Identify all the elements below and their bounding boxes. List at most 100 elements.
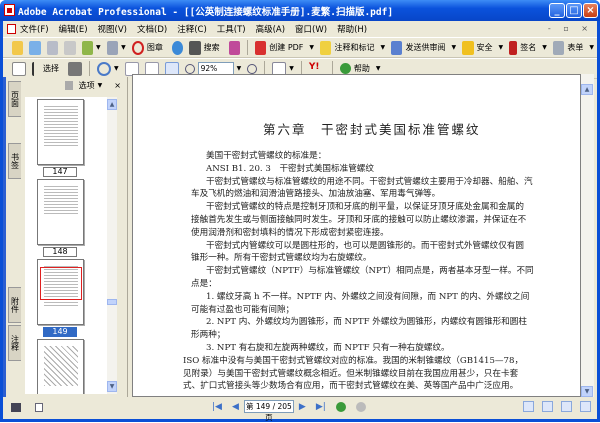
tab-pages[interactable]: 页面 [8,81,22,117]
security-button[interactable]: 安全 [477,42,493,53]
previous-page-button[interactable]: ◀ [232,402,239,412]
screen-icon[interactable] [11,402,21,412]
create-pdf-button[interactable]: 创建 PDF [269,42,303,53]
review-icon[interactable] [391,40,403,55]
text-line: 美国干密封式管螺纹的标准是： [206,151,327,161]
text-line: 锥形一种。所有干密封式管螺纹均为右旋螺纹。 [191,253,372,263]
thumbnail-scrollbar[interactable]: ▲ ▼ [107,97,117,394]
send-review-button[interactable]: 发送供审阅 [405,42,445,53]
zoom-out-icon[interactable] [184,63,195,74]
text-line: 干密封式内管螺纹可以是圆柱形的，也可以是圆锥形的。而干密封式外管螺纹仅有圆 [206,241,524,251]
stamp-label[interactable]: 图章 [147,42,163,53]
maximize-button[interactable]: □ [566,3,582,18]
thumbnail-list: 147 148 149 ▲ ▼ [25,97,117,394]
continuous-icon[interactable] [542,401,553,412]
trash-icon[interactable] [64,80,73,90]
text-line: 见附录）与美国干密封式管螺纹概念相近。但米制锥螺纹目前在我国应用甚少，只在卡套 [183,369,519,379]
next-page-button[interactable]: ▶ [299,402,306,412]
lock-icon[interactable] [462,40,474,55]
page-number-input[interactable]: 第 149 / 205 页 [243,400,294,422]
open-icon[interactable] [12,40,24,55]
text-line: 接触首先发生或与侧面接触同时发生。牙顶和牙底的接触可以防止螺纹渗漏，并保证在不 [191,215,527,225]
menu-tools[interactable]: 工具(T) [217,23,246,35]
search-label[interactable]: 搜索 [204,42,220,53]
menu-document[interactable]: 文档(D) [137,23,167,35]
text-line: 形两种； [191,330,226,340]
page-layout-buttons [515,401,591,412]
forms-icon[interactable] [552,40,565,55]
continuous-facing-icon[interactable] [561,401,572,412]
menu-help[interactable]: 帮助(H) [337,23,367,35]
menu-bar: 文件(F) 编辑(E) 视图(V) 文档(D) 注释(C) 工具(T) 高级(A… [3,21,597,37]
scroll-up-button[interactable]: ▲ [107,99,117,110]
page-size-icon[interactable] [35,402,43,412]
web-icon[interactable] [171,40,184,55]
facing-icon[interactable] [580,401,591,412]
picture-tasks-icon[interactable] [228,40,241,55]
tab-bookmarks[interactable]: 书签 [8,143,22,179]
zoom-tool-icon[interactable] [97,61,111,76]
binoculars-icon[interactable] [189,40,201,55]
minimize-button[interactable]: _ [549,3,565,18]
scroll-down-button[interactable]: ▼ [107,381,117,392]
visible-area-box[interactable] [40,267,82,300]
zoom-in-icon[interactable] [247,63,258,74]
help-icon[interactable] [339,63,351,74]
close-button[interactable]: × [583,3,598,18]
single-page-icon[interactable] [523,401,534,412]
tab-comments[interactable]: 注释 [8,325,22,361]
save-icon[interactable] [46,40,59,55]
tab-attachments[interactable]: 附件 [8,287,22,323]
menu-advanced[interactable]: 高级(A) [256,23,285,35]
scroll-up-button[interactable]: ▲ [581,84,593,95]
stamp-icon[interactable] [131,40,144,55]
first-page-button[interactable]: |◀ [212,402,222,412]
attach-icon[interactable] [106,40,119,55]
title-bar: Adobe Acrobat Professional - [[公英制连接螺纹标准… [0,0,600,21]
next-view-icon[interactable] [355,401,366,412]
main-toolbar: ▼ ▼ 图章 搜索 创建 PDF ▼ 注释和标记 ▼ 发送供审阅 ▼ 安全 ▼ 签名 ▼ … [3,37,597,58]
sign-button[interactable]: 签名 [520,42,536,53]
menu-window[interactable]: 窗口(W) [295,23,327,35]
pen-icon[interactable] [509,40,518,55]
snapshot-icon[interactable] [68,61,82,76]
page-thumbnail-current[interactable] [37,259,84,325]
print-icon[interactable] [64,40,76,55]
menu-file[interactable]: 文件(F) [20,23,49,35]
pages-panel: 选项 ▼ × 147 148 149 ▲ ▼ [21,77,127,397]
menu-view[interactable]: 视图(V) [98,23,127,35]
menu-comments[interactable]: 注释(C) [177,23,207,35]
page-number-label: 147 [43,167,77,177]
create-pdf-icon[interactable] [254,40,267,55]
options-menu[interactable]: 选项 [79,80,95,91]
document-scrollbar[interactable]: ▲ ▼ [581,74,594,397]
scroll-down-button[interactable]: ▼ [581,386,593,397]
organizer-icon[interactable] [29,40,41,55]
comment-icon[interactable] [320,40,332,55]
navigation-tabs: 页面 书签 附件 注释 [3,77,22,397]
menu-edit[interactable]: 编辑(E) [59,23,88,35]
last-page-button[interactable]: ▶| [316,402,326,412]
page-thumbnail[interactable] [37,179,84,245]
scroll-thumb[interactable] [107,299,117,305]
text-line: 点是： [191,279,217,289]
window-title: Adobe Acrobat Professional - [[公英制连接螺纹标准… [18,7,394,18]
email-icon[interactable] [81,40,94,55]
select-tool-icon[interactable] [32,61,40,76]
previous-view-icon[interactable] [335,401,346,412]
comment-markup-button[interactable]: 注释和标记 [334,42,374,53]
pdf-page: 第六章 干密封式美国标准管螺纹 美国干密封式管螺纹的标准是： ANSI B1. … [133,75,580,396]
page-thumbnail[interactable] [37,99,84,165]
close-panel-icon[interactable]: × [114,81,121,90]
text-line: 使用润滑剂和密封填料的情况下形成密封紧密连接。 [191,228,389,238]
page-thumbnail[interactable] [37,339,84,394]
page-navigation: |◀ ◀ 第 149 / 205 页 ▶ ▶| [207,400,371,422]
document-window-controls[interactable]: - ▫ × [548,24,593,33]
pdf-doc-icon [7,24,16,34]
forms-button[interactable]: 表单 [567,42,583,53]
select-tool-label[interactable]: 选择 [43,63,59,74]
hand-tool-icon[interactable] [12,61,26,76]
help-button[interactable]: 帮助 [354,63,370,74]
document-view: 第六章 干密封式美国标准管螺纹 美国干密封式管螺纹的标准是： ANSI B1. … [132,74,581,397]
acrobat-app-icon [4,4,15,16]
